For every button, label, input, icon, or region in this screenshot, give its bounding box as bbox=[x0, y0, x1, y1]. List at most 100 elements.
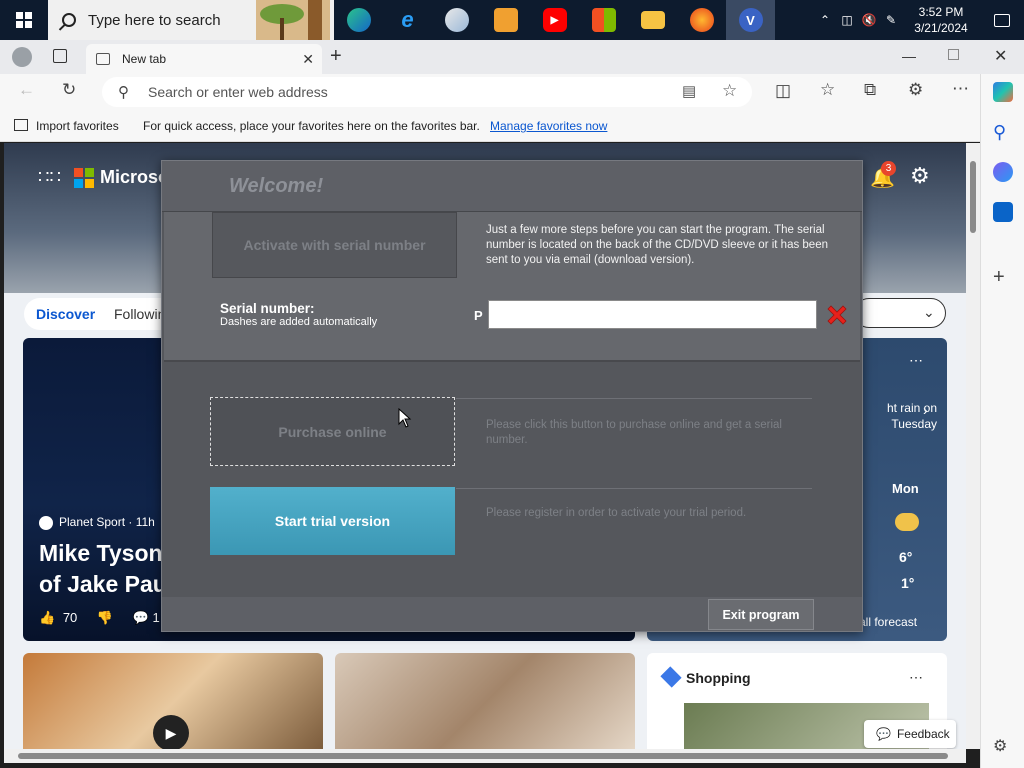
news-source: Planet Sport · 11h bbox=[39, 515, 155, 530]
search-icon bbox=[62, 13, 76, 27]
vertical-scroll-thumb[interactable] bbox=[970, 161, 976, 233]
system-tray: ⌃ ◫ 🔇 ✎ 3:52 PM 3/21/2024 bbox=[814, 0, 1024, 40]
taskbar-explorer[interactable] bbox=[628, 0, 677, 40]
start-button[interactable] bbox=[0, 0, 48, 40]
like-icon[interactable]: 👍 bbox=[39, 610, 55, 625]
import-favorites-link[interactable]: Import favorites bbox=[12, 119, 119, 133]
image-card[interactable] bbox=[335, 653, 635, 749]
comment-icon[interactable]: 💬 bbox=[133, 610, 149, 625]
restore-window-button[interactable] bbox=[948, 49, 959, 60]
serial-number-input[interactable] bbox=[488, 300, 817, 329]
apps-grid-icon[interactable]: ∷∷ bbox=[38, 167, 61, 188]
network-icon[interactable]: ◫ bbox=[836, 0, 858, 40]
split-screen-icon[interactable]: ◫ bbox=[775, 81, 791, 101]
minimize-window-button[interactable]: — bbox=[902, 48, 916, 64]
import-icon bbox=[14, 119, 28, 131]
clock-time: 3:52 PM bbox=[918, 5, 964, 19]
planet-sport-logo-icon bbox=[39, 515, 53, 530]
taskbar-search-box[interactable]: Type here to search bbox=[48, 0, 334, 40]
shopping-more-icon[interactable]: ⋯ bbox=[909, 669, 923, 686]
serial-prefix: P bbox=[474, 308, 483, 323]
partly-cloudy-icon bbox=[895, 513, 919, 531]
like-count: 70 bbox=[62, 610, 78, 625]
add-sidebar-app-icon[interactable]: + bbox=[993, 266, 1013, 288]
search-highlight-tree-icon bbox=[256, 0, 330, 40]
purchase-description: Please click this button to purchase onl… bbox=[486, 419, 782, 446]
manage-favorites-link[interactable]: Manage favorites now bbox=[490, 119, 607, 133]
ie-icon: e bbox=[401, 7, 414, 32]
exit-program-button[interactable]: Exit program bbox=[708, 599, 814, 630]
taskbar-v-app[interactable]: V bbox=[726, 0, 775, 40]
media-icon bbox=[493, 8, 518, 32]
taskbar-search-placeholder: Type here to search bbox=[88, 11, 221, 29]
feedback-button[interactable]: 💬 Feedback bbox=[864, 720, 956, 748]
tab-bar: New tab ✕ + — ✕ bbox=[0, 40, 1024, 74]
activate-with-serial-button[interactable]: Activate with serial number bbox=[212, 212, 457, 278]
sidebar-settings-icon[interactable]: ⚙ bbox=[993, 736, 1013, 756]
outlook-icon[interactable] bbox=[993, 202, 1013, 222]
horizontal-scrollbar[interactable] bbox=[4, 749, 966, 763]
tab-discover[interactable]: Discover bbox=[36, 306, 95, 322]
video-card[interactable]: ▶ bbox=[23, 653, 323, 749]
close-window-button[interactable]: ✕ bbox=[994, 46, 1007, 66]
clock[interactable]: 3:52 PM 3/21/2024 bbox=[902, 4, 980, 36]
tab-actions-icon[interactable] bbox=[53, 49, 67, 63]
horizontal-scroll-thumb[interactable] bbox=[18, 753, 948, 759]
serial-description: Just a few more steps before you can sta… bbox=[486, 224, 828, 266]
taskbar-firefox[interactable] bbox=[677, 0, 726, 40]
vertical-scrollbar[interactable] bbox=[966, 143, 980, 749]
full-forecast-link[interactable]: all forecast bbox=[859, 615, 917, 629]
close-tab-icon[interactable]: ✕ bbox=[302, 51, 314, 68]
favorite-star-icon[interactable]: ☆ bbox=[722, 81, 737, 101]
paint-icon bbox=[444, 8, 469, 32]
collections-icon[interactable]: ⧉ bbox=[864, 80, 876, 100]
dialog-header: Welcome! bbox=[162, 161, 862, 212]
copilot-icon[interactable] bbox=[993, 82, 1013, 102]
taskbar-paint[interactable] bbox=[432, 0, 481, 40]
search-sidebar-icon[interactable]: ⚲ bbox=[993, 122, 1013, 142]
favorites-hint: For quick access, place your favorites h… bbox=[143, 119, 480, 133]
address-input[interactable]: ⚲ Search or enter web address ▤ ☆ bbox=[102, 77, 752, 107]
volume-muted-icon[interactable]: 🔇 bbox=[858, 0, 880, 40]
address-search-icon: ⚲ bbox=[118, 84, 129, 101]
news-headline: Mike Tyson of Jake Pau bbox=[39, 540, 167, 597]
favorites-icon[interactable]: ☆ bbox=[820, 80, 835, 100]
clear-serial-icon[interactable] bbox=[825, 303, 849, 327]
office-icon[interactable] bbox=[993, 162, 1013, 182]
start-trial-button[interactable]: Start trial version bbox=[210, 487, 455, 555]
taskbar: Type here to search e ▶ V ⌃ ◫ 🔇 ✎ 3:52 P… bbox=[0, 0, 1024, 40]
purchase-online-button[interactable]: Purchase online bbox=[210, 397, 455, 466]
chevron-up-icon[interactable]: ⌃ bbox=[814, 0, 836, 40]
taskbar-store[interactable] bbox=[579, 0, 628, 40]
store-icon bbox=[591, 8, 616, 32]
more-menu-icon[interactable]: ⋯ bbox=[952, 79, 969, 99]
notification-center-button[interactable] bbox=[980, 0, 1024, 40]
youtube-icon: ▶ bbox=[542, 8, 567, 32]
taskbar-edge[interactable] bbox=[334, 0, 383, 40]
address-placeholder: Search or enter web address bbox=[148, 84, 328, 100]
page-settings-icon[interactable]: ⚙ bbox=[910, 163, 930, 189]
taskbar-media[interactable] bbox=[481, 0, 530, 40]
windows-logo-icon bbox=[16, 12, 32, 28]
immersive-reader-icon[interactable]: ▤ bbox=[682, 82, 696, 100]
favorites-bar: Import favorites For quick access, place… bbox=[0, 110, 980, 142]
feed-layout-dropdown[interactable]: ⌄ bbox=[854, 298, 946, 328]
new-tab-page-icon bbox=[96, 53, 110, 65]
dialog-title: Welcome! bbox=[229, 175, 324, 197]
weather-more-icon[interactable]: ⋯ bbox=[909, 352, 923, 369]
profile-avatar[interactable] bbox=[12, 47, 32, 67]
pen-icon[interactable]: ✎ bbox=[880, 0, 902, 40]
new-tab-button[interactable]: + bbox=[330, 45, 342, 68]
activation-dialog: Welcome! Activate with serial number Jus… bbox=[161, 160, 863, 632]
taskbar-ie[interactable]: e bbox=[383, 0, 432, 40]
dislike-icon[interactable]: 👎 bbox=[97, 610, 113, 625]
refresh-icon[interactable]: ↻ bbox=[62, 80, 76, 100]
taskbar-youtube[interactable]: ▶ bbox=[530, 0, 579, 40]
extensions-icon[interactable]: ⚙ bbox=[908, 80, 923, 100]
chevron-right-icon[interactable]: › bbox=[923, 402, 928, 418]
trial-separator bbox=[456, 488, 812, 489]
mouse-pointer-icon bbox=[398, 408, 412, 428]
tab-new-tab[interactable]: New tab ✕ bbox=[86, 44, 322, 74]
play-icon[interactable]: ▶ bbox=[153, 715, 189, 749]
back-icon[interactable]: ← bbox=[18, 80, 35, 100]
